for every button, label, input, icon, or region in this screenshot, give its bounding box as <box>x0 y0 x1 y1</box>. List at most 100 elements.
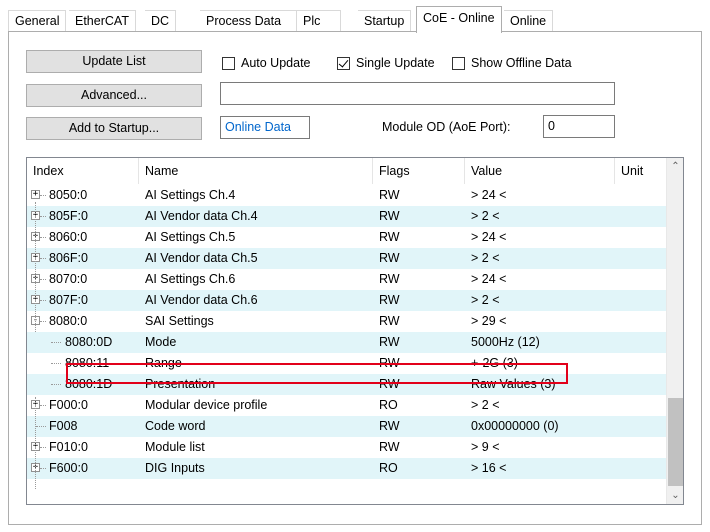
tree-connector-line <box>40 258 46 259</box>
cell-name: Range <box>145 356 182 370</box>
single-update-checkbox[interactable]: Single Update <box>337 56 435 70</box>
tab-coe-online[interactable]: CoE - Online <box>416 6 502 33</box>
tree-connector-line <box>40 468 46 469</box>
table-row[interactable]: + F600:0 DIG Inputs RO > 16 < <box>27 458 667 479</box>
table-row[interactable]: 8080:11 Range RW +-2G (3) <box>27 353 667 374</box>
tree-connector-line <box>51 384 61 385</box>
table-row[interactable]: 8080:0D Mode RW 5000Hz (12) <box>27 332 667 353</box>
advanced-button[interactable]: Advanced... <box>26 84 202 107</box>
cell-flags: RW <box>379 377 400 391</box>
cell-flags: RW <box>379 293 400 307</box>
cell-value: > 9 < <box>471 440 500 454</box>
module-od-label: Module OD (AoE Port): <box>382 120 511 134</box>
cell-name: Presentation <box>145 377 216 391</box>
cell-name: DIG Inputs <box>145 461 205 475</box>
cell-value: 5000Hz (12) <box>471 335 540 349</box>
cell-name: AI Vendor data Ch.5 <box>145 251 258 265</box>
cell-index: F010:0 <box>49 440 88 454</box>
cell-name: AI Vendor data Ch.4 <box>145 209 258 223</box>
cell-index: 8080:0D <box>65 335 113 349</box>
table-row[interactable]: +806F:0 AI Vendor data Ch.5 RW > 2 < <box>27 248 667 269</box>
tab-startup[interactable]: Startup <box>358 10 412 32</box>
table-row[interactable]: + F000:0 Modular device profile RO > 2 < <box>27 395 667 416</box>
tree-connector-line <box>35 202 36 332</box>
cell-index: 807F:0 <box>49 293 88 307</box>
table-row[interactable]: 8080:1D Presentation RW Raw Values (3) <box>27 374 667 395</box>
tree-connector-line <box>40 237 46 238</box>
tab-dc[interactable]: DC <box>145 10 177 32</box>
table-header: Index Name Flags Value Unit <box>27 158 667 184</box>
tab-bar: General EtherCAT DC Process Data Plc Sta… <box>8 6 708 33</box>
cell-flags: RO <box>379 398 398 412</box>
cell-flags: RW <box>379 419 400 433</box>
table-row[interactable]: + F010:0 Module list RW > 9 < <box>27 437 667 458</box>
column-header-name[interactable]: Name <box>139 158 373 184</box>
cell-index: 805F:0 <box>49 209 88 223</box>
cell-index: 8050:0 <box>49 188 88 202</box>
auto-update-box[interactable] <box>222 56 235 70</box>
table-row[interactable]: F008 Code word RW 0x00000000 (0) <box>27 416 667 437</box>
update-list-button[interactable]: Update List <box>26 50 202 73</box>
object-dictionary-table[interactable]: Index Name Flags Value Unit +8050:0 AI Se… <box>26 157 684 505</box>
cell-value: > 24 < <box>471 188 507 202</box>
tab-general[interactable]: General <box>8 10 67 32</box>
cell-value: > 2 < <box>471 293 500 307</box>
tab-process-data[interactable]: Process Data <box>200 10 297 32</box>
cell-value: > 16 < <box>471 461 507 475</box>
scroll-up-arrow-icon[interactable]: ⌃ <box>667 158 683 175</box>
vertical-scrollbar[interactable]: ⌃ ⌄ <box>666 158 683 504</box>
tree-connector-line <box>40 216 46 217</box>
cell-index: F600:0 <box>49 461 88 475</box>
scroll-down-arrow-icon[interactable]: ⌄ <box>667 487 683 504</box>
auto-update-checkbox[interactable]: Auto Update <box>222 56 311 70</box>
add-to-startup-button[interactable]: Add to Startup... <box>26 117 202 140</box>
cell-value: > 29 < <box>471 314 507 328</box>
module-od-port-input[interactable]: 0 <box>543 115 615 138</box>
single-update-label: Single Update <box>356 56 435 70</box>
cell-value: 0x00000000 (0) <box>471 419 559 433</box>
tab-online[interactable]: Online <box>504 10 554 32</box>
table-row[interactable]: +807F:0 AI Vendor data Ch.6 RW > 2 < <box>27 290 667 311</box>
cell-value: > 2 < <box>471 398 500 412</box>
cell-index: 806F:0 <box>49 251 88 265</box>
column-header-unit[interactable]: Unit <box>615 158 667 184</box>
show-offline-data-box[interactable] <box>452 56 465 70</box>
cell-index: 8070:0 <box>49 272 88 286</box>
single-update-box[interactable] <box>337 56 350 70</box>
cell-index: 8080:1D <box>65 377 113 391</box>
column-header-index[interactable]: Index <box>27 158 139 184</box>
cell-flags: RW <box>379 272 400 286</box>
cell-flags: RW <box>379 209 400 223</box>
cell-flags: RW <box>379 440 400 454</box>
cell-flags: RW <box>379 188 400 202</box>
cell-name: AI Settings Ch.5 <box>145 230 236 244</box>
column-header-flags[interactable]: Flags <box>373 158 465 184</box>
scroll-thumb[interactable] <box>668 398 683 486</box>
tree-connector-line <box>35 397 36 489</box>
expand-icon[interactable]: + <box>31 190 40 199</box>
cell-name: Module list <box>145 440 205 454</box>
cell-index: 8080:11 <box>65 356 110 370</box>
cell-name: AI Settings Ch.6 <box>145 272 236 286</box>
cell-name: SAI Settings <box>145 314 214 328</box>
tree-connector-line <box>40 321 46 322</box>
cell-index: F000:0 <box>49 398 88 412</box>
table-row[interactable]: +8050:0 AI Settings Ch.4 RW > 24 < <box>27 185 667 206</box>
cell-value: > 24 < <box>471 272 507 286</box>
table-row[interactable]: +8060:0 AI Settings Ch.5 RW > 24 < <box>27 227 667 248</box>
tab-ethercat[interactable]: EtherCAT <box>69 10 136 32</box>
tree-connector-line <box>36 426 46 427</box>
show-offline-data-checkbox[interactable]: Show Offline Data <box>452 56 572 70</box>
tree-connector-line <box>40 279 46 280</box>
cell-name: Modular device profile <box>145 398 268 412</box>
table-row[interactable]: +805F:0 AI Vendor data Ch.4 RW > 2 < <box>27 206 667 227</box>
table-row[interactable]: -8080:0 SAI Settings RW > 29 < <box>27 311 667 332</box>
cell-index: 8080:0 <box>49 314 88 328</box>
table-row[interactable]: +8070:0 AI Settings Ch.6 RW > 24 < <box>27 269 667 290</box>
cell-flags: RW <box>379 356 400 370</box>
tab-plc[interactable]: Plc <box>297 10 341 32</box>
cell-flags: RW <box>379 314 400 328</box>
cell-index: 8060:0 <box>49 230 88 244</box>
advanced-text-field[interactable] <box>220 82 615 105</box>
column-header-value[interactable]: Value <box>465 158 615 184</box>
